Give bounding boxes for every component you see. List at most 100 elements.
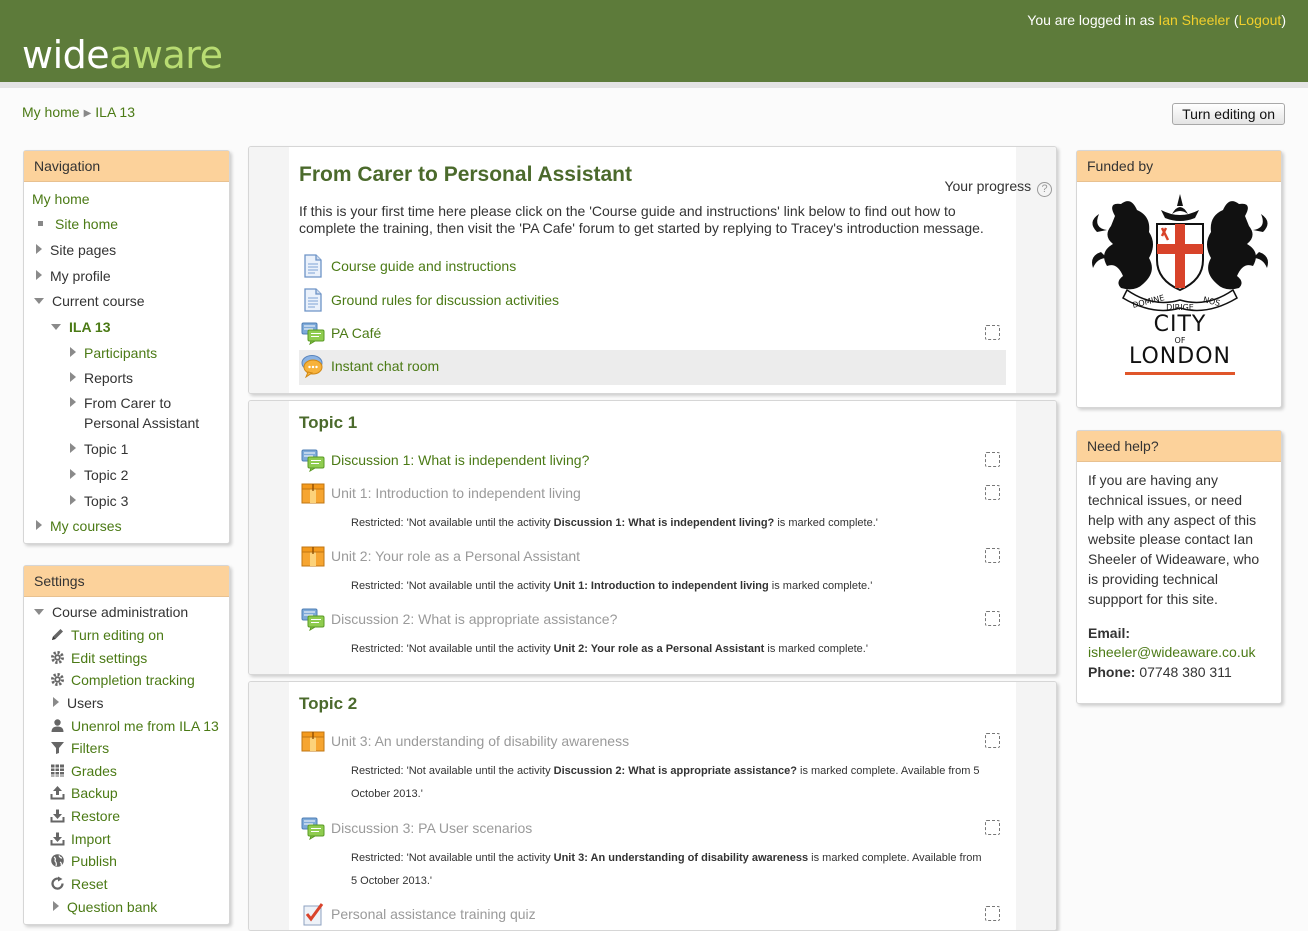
email-link[interactable]: isheeler@wideaware.co.uk <box>1088 644 1256 660</box>
nav-my-profile[interactable]: My profile <box>36 267 111 285</box>
activity-instant-chat[interactable]: Instant chat room <box>299 350 1006 385</box>
activity-discussion-3[interactable]: Discussion 3: PA User scenarios <box>299 812 1006 845</box>
activity-name[interactable]: Ground rules for discussion activities <box>331 292 559 308</box>
activity-quiz[interactable]: Personal assistance training quiz <box>299 898 1006 930</box>
expand-arrow-icon[interactable] <box>36 270 42 280</box>
settings-filters[interactable]: Filters <box>50 739 109 757</box>
nav-participants[interactable]: Participants <box>70 344 157 362</box>
settings-publish[interactable]: Publish <box>50 852 117 870</box>
settings-users[interactable]: Users <box>53 694 104 712</box>
breadcrumb-my-home[interactable]: My home <box>22 104 80 120</box>
expand-arrow-icon[interactable] <box>70 397 76 407</box>
settings-turn-editing-on[interactable]: Turn editing on <box>50 626 164 644</box>
activity-name[interactable]: Instant chat room <box>331 358 439 374</box>
nav-topic-1[interactable]: Topic 1 <box>70 440 128 458</box>
nav-section-0[interactable]: From Carer to <box>70 394 171 412</box>
settings-turn-editing-on-link[interactable]: Turn editing on <box>71 627 164 643</box>
collapse-arrow-icon[interactable] <box>34 609 44 615</box>
settings-reset[interactable]: Reset <box>50 875 108 893</box>
settings-import[interactable]: Import <box>50 830 111 848</box>
activity-ground-rules[interactable]: Ground rules for discussion activities <box>299 284 1006 317</box>
completion-checkbox[interactable] <box>985 325 1000 340</box>
restriction-text: is marked complete.' <box>764 643 868 655</box>
nav-site-home[interactable]: Site home <box>55 216 118 232</box>
activity-unit-2[interactable]: Unit 2: Your role as a Personal Assistan… <box>299 540 1006 573</box>
collapse-arrow-icon[interactable] <box>51 324 61 330</box>
settings-completion-tracking-link[interactable]: Completion tracking <box>71 672 195 688</box>
activity-unit-1[interactable]: Unit 1: Introduction to independent livi… <box>299 477 1006 510</box>
nav-course-ila13[interactable]: ILA 13 <box>51 318 111 336</box>
nav-participants-link[interactable]: Participants <box>84 345 157 361</box>
settings-backup-link[interactable]: Backup <box>71 785 118 801</box>
help-icon[interactable]: ? <box>1037 182 1052 197</box>
nav-my-courses[interactable]: My courses <box>36 517 122 535</box>
logo-text-city: CITY <box>1153 312 1207 337</box>
nav-site-pages[interactable]: Site pages <box>36 241 116 259</box>
nav-reports[interactable]: Reports <box>70 369 133 387</box>
settings-question-bank[interactable]: Question bank <box>53 898 157 916</box>
expand-arrow-icon[interactable] <box>70 372 76 382</box>
logout-link[interactable]: Logout <box>1239 12 1282 28</box>
nav-current-course[interactable]: Current course <box>34 292 145 310</box>
activity-discussion-1[interactable]: Discussion 1: What is independent living… <box>299 444 1006 477</box>
expand-arrow-icon[interactable] <box>36 244 42 254</box>
collapse-arrow-icon[interactable] <box>34 298 44 304</box>
nav-my-home[interactable]: My home <box>32 191 90 207</box>
expand-arrow-icon[interactable] <box>53 901 59 911</box>
settings-restore-link[interactable]: Restore <box>71 808 120 824</box>
settings-users-label: Users <box>67 695 104 711</box>
completion-checkbox[interactable] <box>985 820 1000 835</box>
nav-topic-3[interactable]: Topic 3 <box>70 492 128 510</box>
filter-icon <box>51 742 64 754</box>
settings-edit-settings-link[interactable]: Edit settings <box>71 650 147 666</box>
course-section-topic-1: Topic 1 Discussion 1: What is independen… <box>248 400 1057 675</box>
completion-checkbox[interactable] <box>985 452 1000 467</box>
activity-discussion-2[interactable]: Discussion 2: What is appropriate assist… <box>299 603 1006 636</box>
settings-backup[interactable]: Backup <box>50 784 118 802</box>
nav-course-ila13-link[interactable]: ILA 13 <box>69 319 111 335</box>
settings-block-title: Settings <box>24 566 229 597</box>
activity-name[interactable]: Discussion 1: What is independent living… <box>331 452 589 468</box>
expand-arrow-icon[interactable] <box>70 495 76 505</box>
turn-editing-on-button[interactable]: Turn editing on <box>1172 103 1285 125</box>
breadcrumb-course[interactable]: ILA 13 <box>95 104 135 120</box>
activity-name[interactable]: Course guide and instructions <box>331 258 516 274</box>
completion-checkbox[interactable] <box>985 485 1000 500</box>
site-logo[interactable]: wideaware <box>22 36 223 74</box>
expand-arrow-icon[interactable] <box>53 697 59 707</box>
user-profile-link[interactable]: Ian Sheeler <box>1158 12 1230 28</box>
phone-number: 07748 380 311 <box>1135 664 1232 681</box>
settings-question-bank-link[interactable]: Question bank <box>67 899 157 915</box>
help-text-line: technical issues, or need <box>1088 491 1243 508</box>
activity-pa-cafe[interactable]: PA Café <box>299 317 1006 350</box>
completion-checkbox[interactable] <box>985 906 1000 921</box>
city-of-london-logo[interactable]: DOMINE DIRIGE NOS CITY OF LONDON <box>1077 182 1281 408</box>
expand-arrow-icon[interactable] <box>36 520 42 530</box>
settings-completion-tracking[interactable]: Completion tracking <box>50 671 195 689</box>
settings-grades[interactable]: Grades <box>50 762 117 780</box>
expand-arrow-icon[interactable] <box>70 347 76 357</box>
settings-course-administration[interactable]: Course administration <box>34 603 188 621</box>
nav-topic-2[interactable]: Topic 2 <box>70 466 128 484</box>
activity-course-guide[interactable]: Course guide and instructions <box>299 250 1006 283</box>
settings-filters-link[interactable]: Filters <box>71 740 109 756</box>
settings-grades-link[interactable]: Grades <box>71 763 117 779</box>
restore-icon <box>50 809 65 823</box>
completion-checkbox[interactable] <box>985 733 1000 748</box>
activity-name[interactable]: PA Café <box>331 325 381 341</box>
settings-edit-settings[interactable]: Edit settings <box>50 649 147 667</box>
settings-unenrol[interactable]: Unenrol me from ILA 13 <box>50 717 219 735</box>
completion-checkbox[interactable] <box>985 548 1000 563</box>
activity-unit-3[interactable]: Unit 3: An understanding of disability a… <box>299 725 1006 758</box>
settings-import-link[interactable]: Import <box>71 831 111 847</box>
settings-unenrol-link[interactable]: Unenrol me from ILA 13 <box>71 718 219 734</box>
settings-restore[interactable]: Restore <box>50 807 120 825</box>
nav-my-courses-link[interactable]: My courses <box>50 518 122 534</box>
nav-section-0-label-line2: Personal Assistant <box>84 415 200 431</box>
expand-arrow-icon[interactable] <box>70 443 76 453</box>
completion-checkbox[interactable] <box>985 611 1000 626</box>
settings-publish-link[interactable]: Publish <box>71 853 117 869</box>
settings-reset-link[interactable]: Reset <box>71 876 108 892</box>
expand-arrow-icon[interactable] <box>70 469 76 479</box>
activity-name: Discussion 2: What is appropriate assist… <box>331 611 618 627</box>
